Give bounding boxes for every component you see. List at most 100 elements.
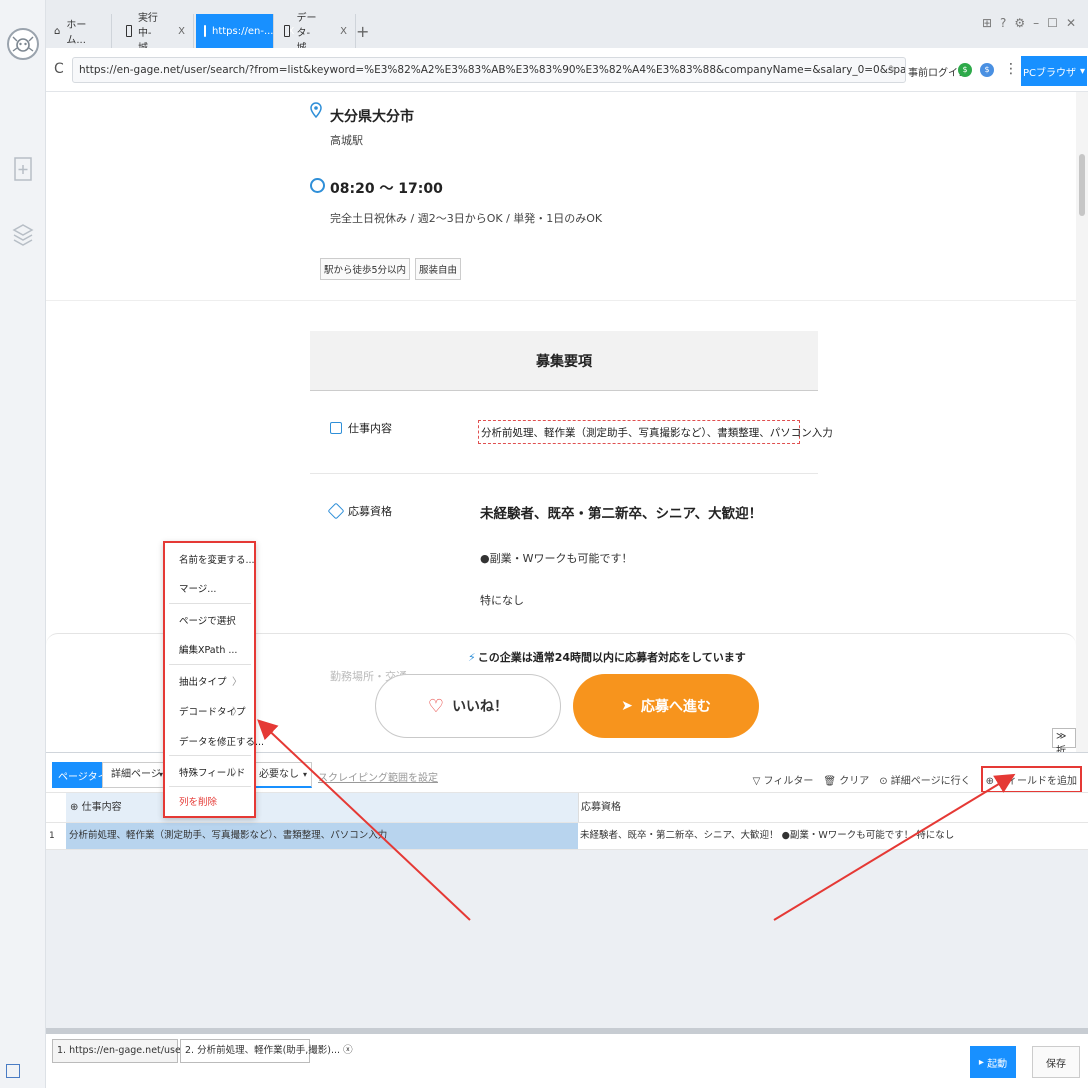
chevron-right-icon: 〉 [232, 707, 242, 718]
start-label: 起動 [987, 1058, 1008, 1070]
close-window-icon[interactable]: ✕ [1066, 16, 1076, 30]
column-header[interactable]: 応募資格 [578, 793, 1088, 823]
like-button[interactable]: ♡ いいね！ [375, 674, 561, 738]
panel-toggle-icon[interactable] [6, 1064, 20, 1078]
menu-item-delete-column[interactable]: 列を削除 [179, 794, 217, 808]
scroll-thumb[interactable] [1079, 154, 1085, 216]
heart-icon: ♡ [427, 695, 445, 717]
qualification-side-job[interactable]: ●副業・Wワークも可能です！ [480, 550, 632, 566]
scrape-range-link[interactable]: スクレイピング範囲を設定 [318, 769, 438, 784]
menu-separator [169, 755, 251, 756]
tab-bar: ⌂ ホーム... 実行中-城... X https://en-... X データ… [46, 0, 1088, 54]
page-type-value: 詳細ページ [111, 769, 161, 780]
menu-item-merge[interactable]: マージ... [179, 581, 216, 595]
chevron-down-icon: ▾ [1079, 65, 1086, 77]
plus-circle-icon: ⊕ [985, 776, 994, 787]
maximize-icon[interactable]: ☐ [1047, 16, 1058, 30]
add-field-label: フィールドを追加 [997, 776, 1077, 787]
close-tab-icon[interactable]: X [178, 26, 185, 37]
pc-browser-button[interactable]: PCブラウザ ▾ [1021, 56, 1087, 86]
table-row[interactable]: 1 分析前処理、軽作業（測定助手、写真撮影など）、書類整理、パソコン入力 未経験… [46, 822, 1088, 850]
target-icon: ⊕ [70, 802, 79, 813]
new-tab-icon[interactable]: + [356, 22, 369, 41]
play-icon: ▸ [978, 1056, 984, 1068]
response-notice: ⚡ この企業は通常24時間以内に応募者対応をしています [468, 649, 746, 665]
menu-item-rename[interactable]: 名前を変更する... [179, 552, 255, 566]
close-tab-icon[interactable]: X [340, 26, 347, 37]
minimize-icon[interactable]: – [1033, 16, 1039, 30]
page-scrollbar[interactable] [1076, 92, 1088, 752]
navigate-icon: ⊙ [879, 776, 888, 787]
menu-item-edit-xpath[interactable]: 編集XPath ... [179, 642, 237, 656]
qualification-none[interactable]: 特になし [480, 592, 524, 608]
page-type-select[interactable]: 詳細ページ ▾ [102, 762, 168, 788]
step-tab-2[interactable]: 2. 分析前処理、軽作業(助手,撮影)... ⓧ [180, 1039, 353, 1063]
table-cell[interactable]: 未経験者、既卒・第二新卒、シニア、大歓迎！ ●副業・Wワークも可能です！ 特にな… [578, 823, 1088, 849]
tag: 駅から徒歩5分以内 [320, 258, 411, 280]
qualification-label: 応募資格 [327, 502, 392, 520]
tab-data[interactable]: データ-城... X [276, 13, 356, 54]
tab-label: https://en-... [212, 25, 274, 37]
bottom-bar: 1. https://en-gage.net/user/search/... 2… [46, 1034, 1088, 1088]
filter-button[interactable]: ▽ フィルター [753, 772, 814, 787]
menu-item-extract-type[interactable]: 抽出タイプ [179, 674, 227, 688]
address-bar: C https://en-gage.net/user/search/?from=… [46, 48, 1088, 92]
document-icon [126, 25, 132, 37]
app-logo-icon[interactable] [7, 28, 39, 60]
step-tab-2-label: 2. 分析前処理、軽作業(助手,撮影)... [185, 1045, 341, 1056]
tab-home[interactable]: ⌂ ホーム... [46, 14, 112, 48]
tag-icon [327, 502, 345, 520]
section-divider [46, 300, 1076, 310]
tab-label: ホーム... [66, 20, 87, 46]
new-task-icon[interactable] [12, 156, 34, 182]
apply-button[interactable]: ➤ 応募へ進む [573, 674, 759, 738]
tab-label: データ-城... [296, 12, 317, 54]
like-label: いいね！ [452, 699, 509, 715]
gift-icon[interactable]: ⊞ [982, 16, 992, 30]
toolbar-actions: ▽ フィルター 🗑 クリア ⊙ 詳細ページに行く ⊕ フィールドを追加 [753, 766, 1082, 793]
table-cell[interactable]: 分析前処理、軽作業（測定助手、写真撮影など）、書類整理、パソコン入力 [66, 823, 578, 849]
window-controls: ⊞ ? ⚙ – ☐ ✕ [982, 16, 1076, 30]
job-content-label-text: 仕事内容 [348, 422, 392, 435]
layers-icon[interactable] [12, 222, 34, 248]
qualification-title[interactable]: 未経験者、既卒・第二新卒、シニア、大歓迎！ [480, 502, 762, 522]
menu-separator [169, 664, 251, 665]
pagination-select[interactable]: 必要なし ▾ [254, 762, 312, 788]
edit-url-icon[interactable]: ✎ [888, 63, 897, 76]
fold-button[interactable]: ≫折る [1052, 728, 1076, 752]
clear-button[interactable]: 🗑 クリア [823, 772, 869, 787]
reload-icon[interactable]: C [54, 61, 64, 77]
step-tab-1[interactable]: 1. https://en-gage.net/user/search/... [52, 1039, 232, 1063]
close-circle-icon[interactable]: ⓧ [343, 1045, 353, 1056]
save-button[interactable]: 保存 [1032, 1046, 1080, 1078]
qualification-label-text: 応募資格 [348, 505, 392, 518]
add-field-button[interactable]: ⊕ フィールドを追加 [980, 766, 1082, 793]
column-header[interactable]: ⊕ 仕事内容 [66, 793, 578, 823]
lightning-icon: ⚡ [468, 651, 476, 664]
settings-icon[interactable]: ⚙ [1014, 16, 1025, 30]
location-title: 大分県大分市 [330, 109, 414, 125]
extension-green-icon[interactable]: $ [958, 63, 972, 77]
filter-icon: ▽ [752, 776, 761, 787]
job-content-value[interactable]: 分析前処理、軽作業（測定助手、写真撮影など）、書類整理、パソコン入力 [478, 420, 833, 444]
column-context-menu: 名前を変更する... マージ... ページで選択 編集XPath ... 抽出タ… [163, 541, 264, 818]
start-button[interactable]: ▸ 起動 [970, 1046, 1016, 1078]
menu-separator [169, 603, 251, 604]
more-menu-icon[interactable]: ⋮ [1004, 61, 1018, 77]
tag: 服装自由 [415, 258, 462, 280]
menu-item-select-in-page[interactable]: ページで選択 [179, 613, 236, 627]
holiday-info: 完全土日祝休み / 週2～3日からOK / 単発・1日のみOK [330, 212, 603, 225]
tab-running[interactable]: 実行中-城... X [118, 13, 194, 54]
url-input[interactable]: https://en-gage.net/user/search/?from=li… [72, 57, 906, 83]
menu-item-modify-data[interactable]: データを修正する... [179, 734, 264, 748]
goto-detail-button[interactable]: ⊙ 詳細ページに行く [879, 772, 970, 787]
tab-engage[interactable]: https://en-... X [196, 14, 294, 48]
filter-label: フィルター [763, 776, 814, 787]
extension-blue-icon[interactable]: $ [980, 63, 994, 77]
chevron-right-icon: 〉 [232, 677, 242, 688]
menu-separator [169, 786, 251, 787]
job-content-label: 仕事内容 [330, 420, 392, 436]
help-icon[interactable]: ? [1000, 16, 1006, 30]
document-icon [284, 25, 291, 37]
chevron-down-icon: ▾ [302, 770, 307, 779]
